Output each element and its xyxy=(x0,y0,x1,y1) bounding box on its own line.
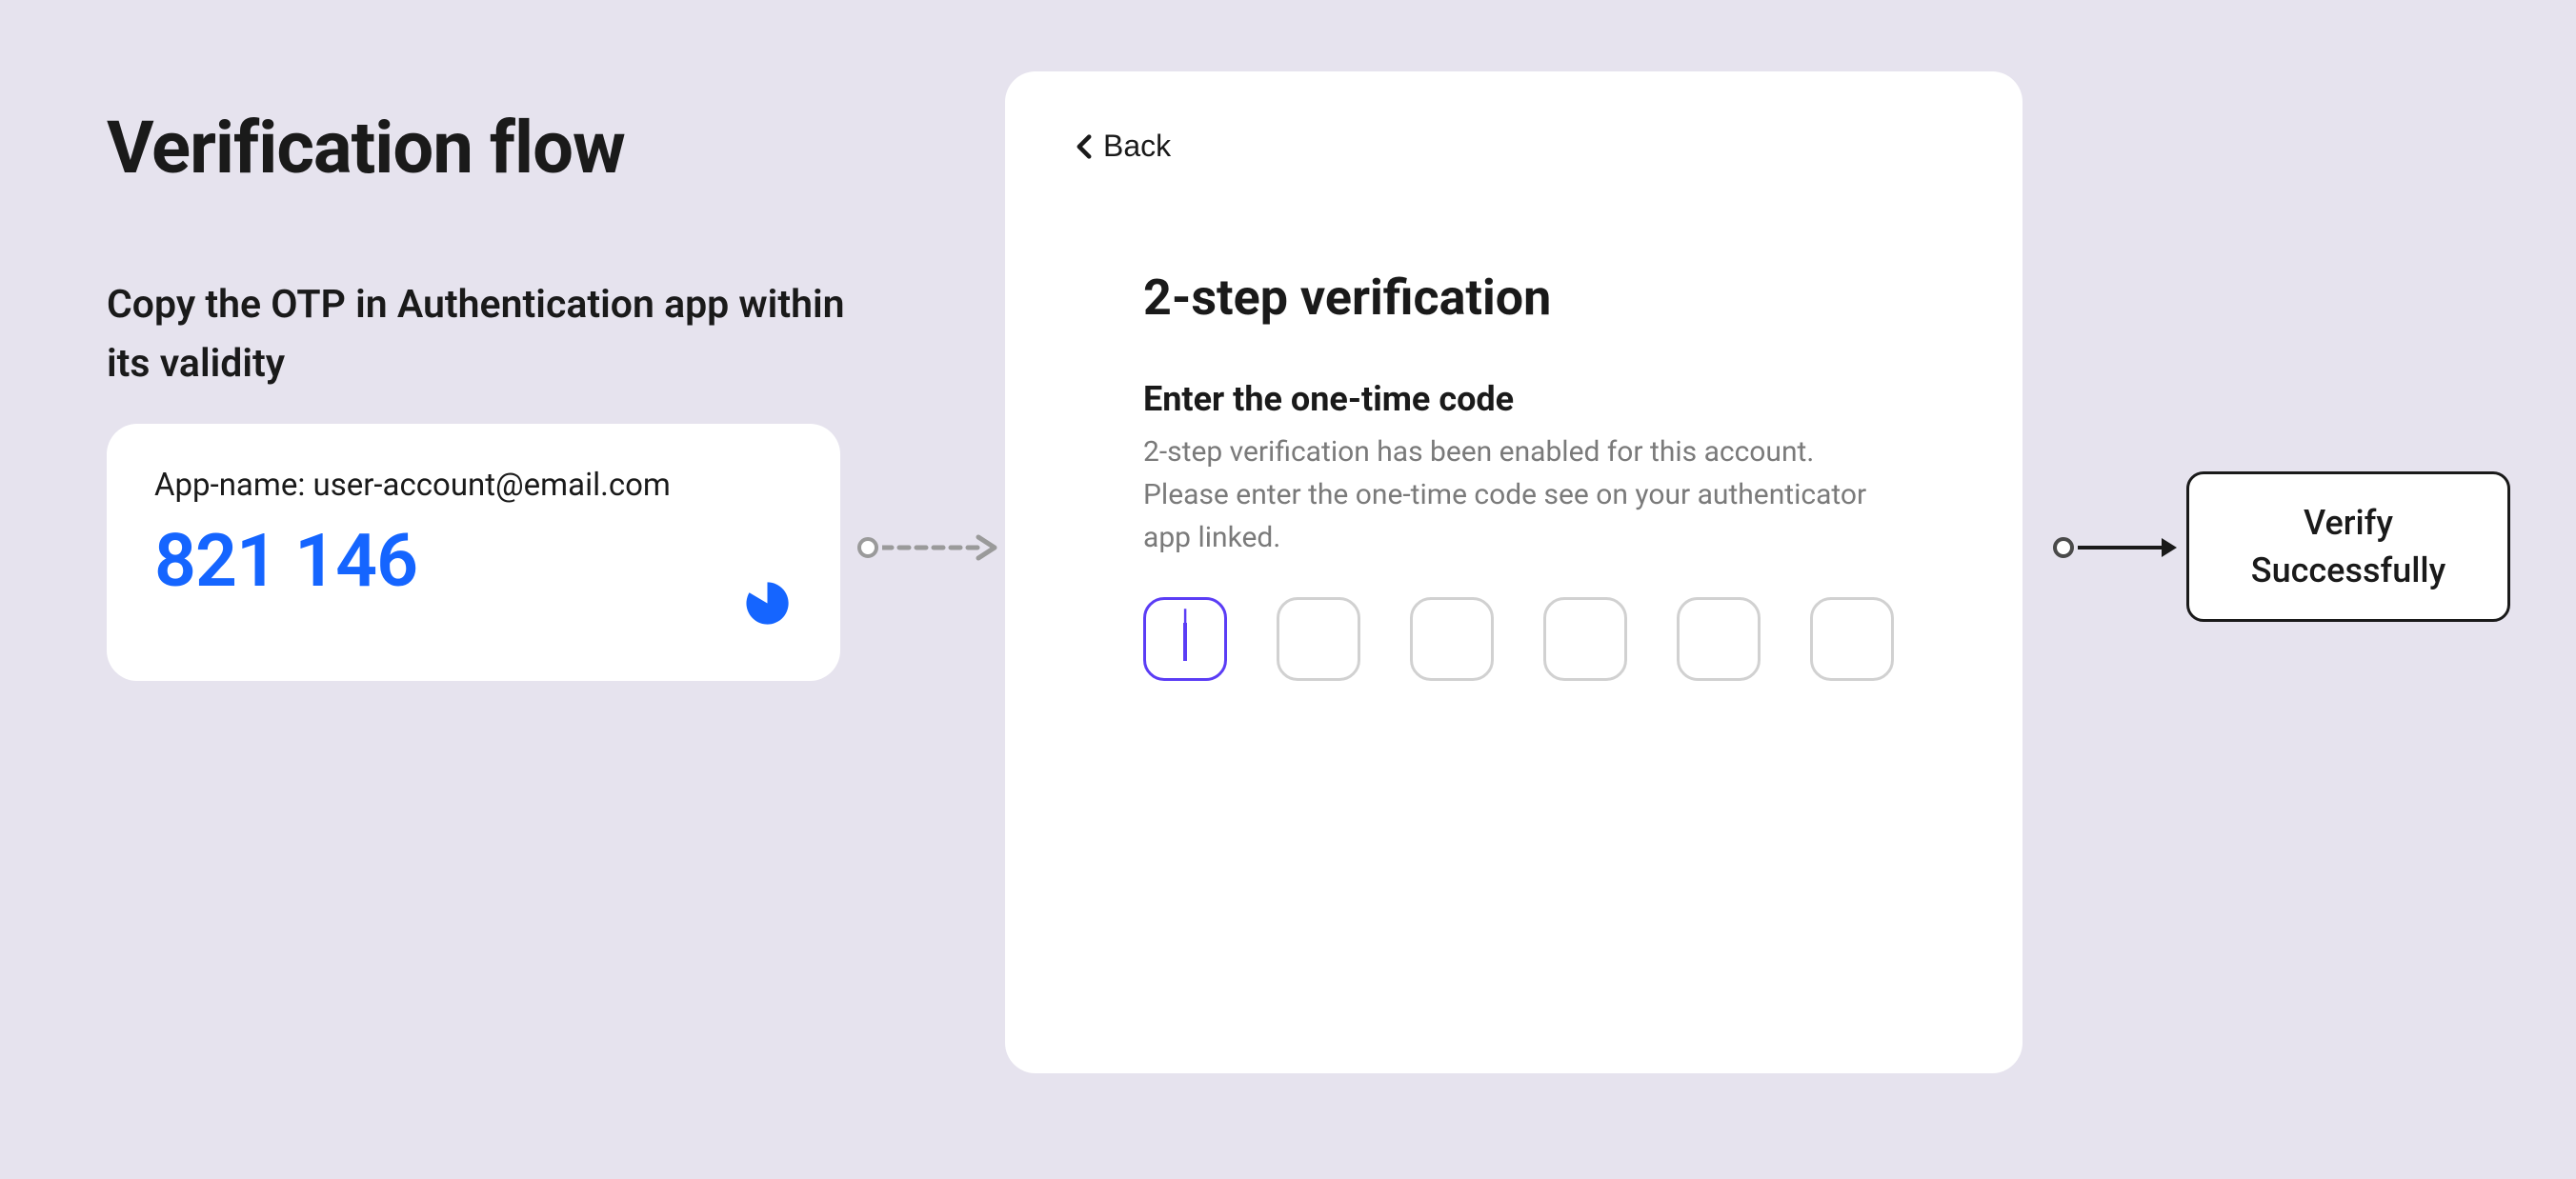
otp-timer-icon xyxy=(742,578,793,629)
otp-input-group: | xyxy=(1143,597,1951,681)
back-label: Back xyxy=(1103,129,1171,164)
verification-heading: 2-step verification xyxy=(1143,269,1951,327)
otp-input-6[interactable] xyxy=(1810,597,1894,681)
otp-input-5[interactable] xyxy=(1677,597,1761,681)
back-button[interactable]: Back xyxy=(1077,129,1171,164)
otp-input-3[interactable] xyxy=(1410,597,1494,681)
verify-success-text: Verify Successfully xyxy=(2251,499,2445,595)
authenticator-otp-card: App-name: user-account@email.com 821 146 xyxy=(107,424,840,681)
otp-input-1[interactable]: | xyxy=(1143,597,1227,681)
otp-input-4[interactable] xyxy=(1543,597,1627,681)
verification-description: 2-step verification has been enabled for… xyxy=(1143,430,1886,559)
chevron-left-icon xyxy=(1077,134,1092,159)
verification-subheading: Enter the one-time code xyxy=(1143,379,1951,419)
otp-input-2[interactable] xyxy=(1277,597,1360,681)
otp-code-value: 821 146 xyxy=(154,518,793,604)
verification-card: Back 2-step verification Enter the one-t… xyxy=(1005,71,2023,1073)
otp-account-label: App-name: user-account@email.com xyxy=(154,467,793,504)
flow-arrow-solid xyxy=(2053,533,2183,562)
page-title: Verification flow xyxy=(107,105,625,190)
flow-arrow-dashed xyxy=(857,533,1001,562)
page-subtitle: Copy the OTP in Authentication app withi… xyxy=(107,276,869,393)
verify-success-box: Verify Successfully xyxy=(2186,471,2510,622)
